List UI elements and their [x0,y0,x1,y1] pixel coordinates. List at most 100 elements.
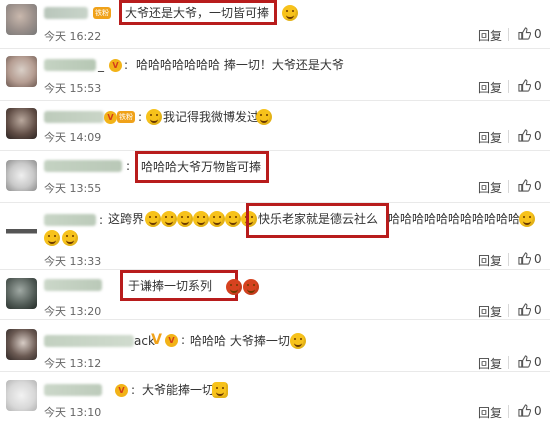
reply-button[interactable]: 回复 [478,252,502,269]
thumb-up-icon[interactable] [518,27,531,40]
separator [508,304,509,317]
username[interactable] [44,7,88,19]
like-count: 0 [534,79,542,93]
vip-v-icon: V [151,332,162,348]
ok-hand-emoji [212,382,228,398]
cry-laugh-emoji [193,211,209,227]
separator [508,180,509,193]
timestamp: 今天 15:53 [44,82,102,95]
reply-button[interactable]: 回复 [478,303,502,320]
comment-text: 大爷能捧一切 [142,383,215,397]
timestamp: 今天 13:55 [44,182,102,195]
comment-item: V : 大爷能捧一切 今天 13:10 回复 0 [0,372,550,421]
avatar[interactable] [6,4,37,35]
thumb-up-icon[interactable] [518,79,531,92]
separator [508,130,509,143]
name-tail: _ [98,58,104,72]
reply-button[interactable]: 回复 [478,27,502,44]
comment-item: V 铁粉 : 我记得我微博发过 今天 14:09 回复 0 [0,101,550,151]
like-count: 0 [534,355,542,369]
cry-laugh-emoji [177,211,193,227]
cry-laugh-emoji [209,211,225,227]
avatar[interactable] [6,212,37,243]
timestamp: 今天 13:33 [44,255,102,268]
timestamp: 今天 13:10 [44,406,102,419]
username[interactable] [44,279,102,291]
timestamp: 今天 16:22 [44,30,102,43]
like-count: 0 [534,404,542,418]
timestamp: 今天 14:09 [44,131,102,144]
username[interactable] [44,335,134,347]
thumb-up-icon[interactable] [518,179,531,192]
avatar[interactable] [6,160,37,191]
username[interactable] [44,384,102,396]
fan-badge: 铁粉 [117,111,135,123]
comment-text: 哈哈哈哈哈哈哈 捧一切！大爷还是大爷 [136,58,344,72]
avatar[interactable] [6,329,37,360]
highlight-box [119,0,277,25]
colon: : [138,110,143,124]
avatar[interactable] [6,278,37,309]
thumb-up-icon[interactable] [518,355,531,368]
comment-item: : 哈哈哈大爷万物皆可捧 今天 13:55 回复 0 [0,151,550,201]
doge-emoji [44,230,60,246]
colon: : [131,383,136,397]
doge-emoji [62,230,78,246]
like-count: 0 [534,252,542,266]
colon: : [126,159,131,173]
comment-item: _ V : 哈哈哈哈哈哈哈 捧一切！大爷还是大爷 今天 15:53 回复 0 [0,49,550,99]
avatar[interactable] [6,380,37,411]
highlight-box [120,270,238,301]
comment-item: : 这跨界 快乐老家就是德云社么 哈哈哈哈哈哈哈哈哈哈哈 今天 13:33 回复… [0,203,550,268]
separator [508,356,509,369]
smile-emoji [146,109,162,125]
username[interactable] [44,160,122,172]
vip-icon: V [104,111,117,124]
like-count: 0 [534,27,542,41]
comment-text: 哈哈哈 大爷捧一切 [190,334,290,348]
reply-button[interactable]: 回复 [478,404,502,421]
username[interactable] [44,214,96,226]
comment-text: 我记得我微博发过 [163,110,260,124]
cry-laugh-emoji [225,211,241,227]
fan-badge: 铁粉 [93,7,111,19]
avatar[interactable] [6,108,37,139]
reply-button[interactable]: 回复 [478,79,502,96]
thumb-up-icon[interactable] [518,252,531,265]
separator [508,405,509,418]
vip-icon: V [165,334,178,347]
thumb-up-icon[interactable] [518,129,531,142]
timestamp: 今天 13:12 [44,357,102,370]
laugh-emoji [290,333,306,349]
like-count: 0 [534,303,542,317]
highlight-box [246,203,389,238]
wink-emoji [519,211,535,227]
comment-item: ack V V : 哈哈哈 大爷捧一切 今天 13:12 回复 0 [0,320,550,372]
cry-laugh-emoji [145,211,161,227]
grin-emoji [282,5,298,21]
vip-icon: V [115,384,128,397]
comment-text-prefix: 这跨界 [108,212,145,226]
like-count: 0 [534,179,542,193]
thumb-up-icon[interactable] [518,404,531,417]
vip-icon: V [109,59,122,72]
separator [508,253,509,266]
avatar[interactable] [6,56,37,87]
comment-item: : 于谦捧一切系列 今天 13:20 回复 0 [0,270,550,320]
comment-text-suffix: 哈哈哈哈哈哈哈哈哈哈哈 [388,212,521,226]
red-face-emoji [243,279,259,295]
cry-laugh-emoji [161,211,177,227]
colon: : [99,213,104,227]
username[interactable] [44,59,96,71]
separator [508,80,509,93]
comment-list: 铁粉 大爷还是大爷，一切皆可捧 今天 16:22 回复 0 _ V : 哈哈哈哈… [0,0,550,421]
like-count: 0 [534,129,542,143]
reply-button[interactable]: 回复 [478,355,502,372]
smile-emoji [256,109,272,125]
highlight-box [135,151,269,183]
reply-button[interactable]: 回复 [478,179,502,196]
timestamp: 今天 13:20 [44,305,102,318]
thumb-up-icon[interactable] [518,303,531,316]
reply-button[interactable]: 回复 [478,129,502,146]
username[interactable] [44,111,104,123]
